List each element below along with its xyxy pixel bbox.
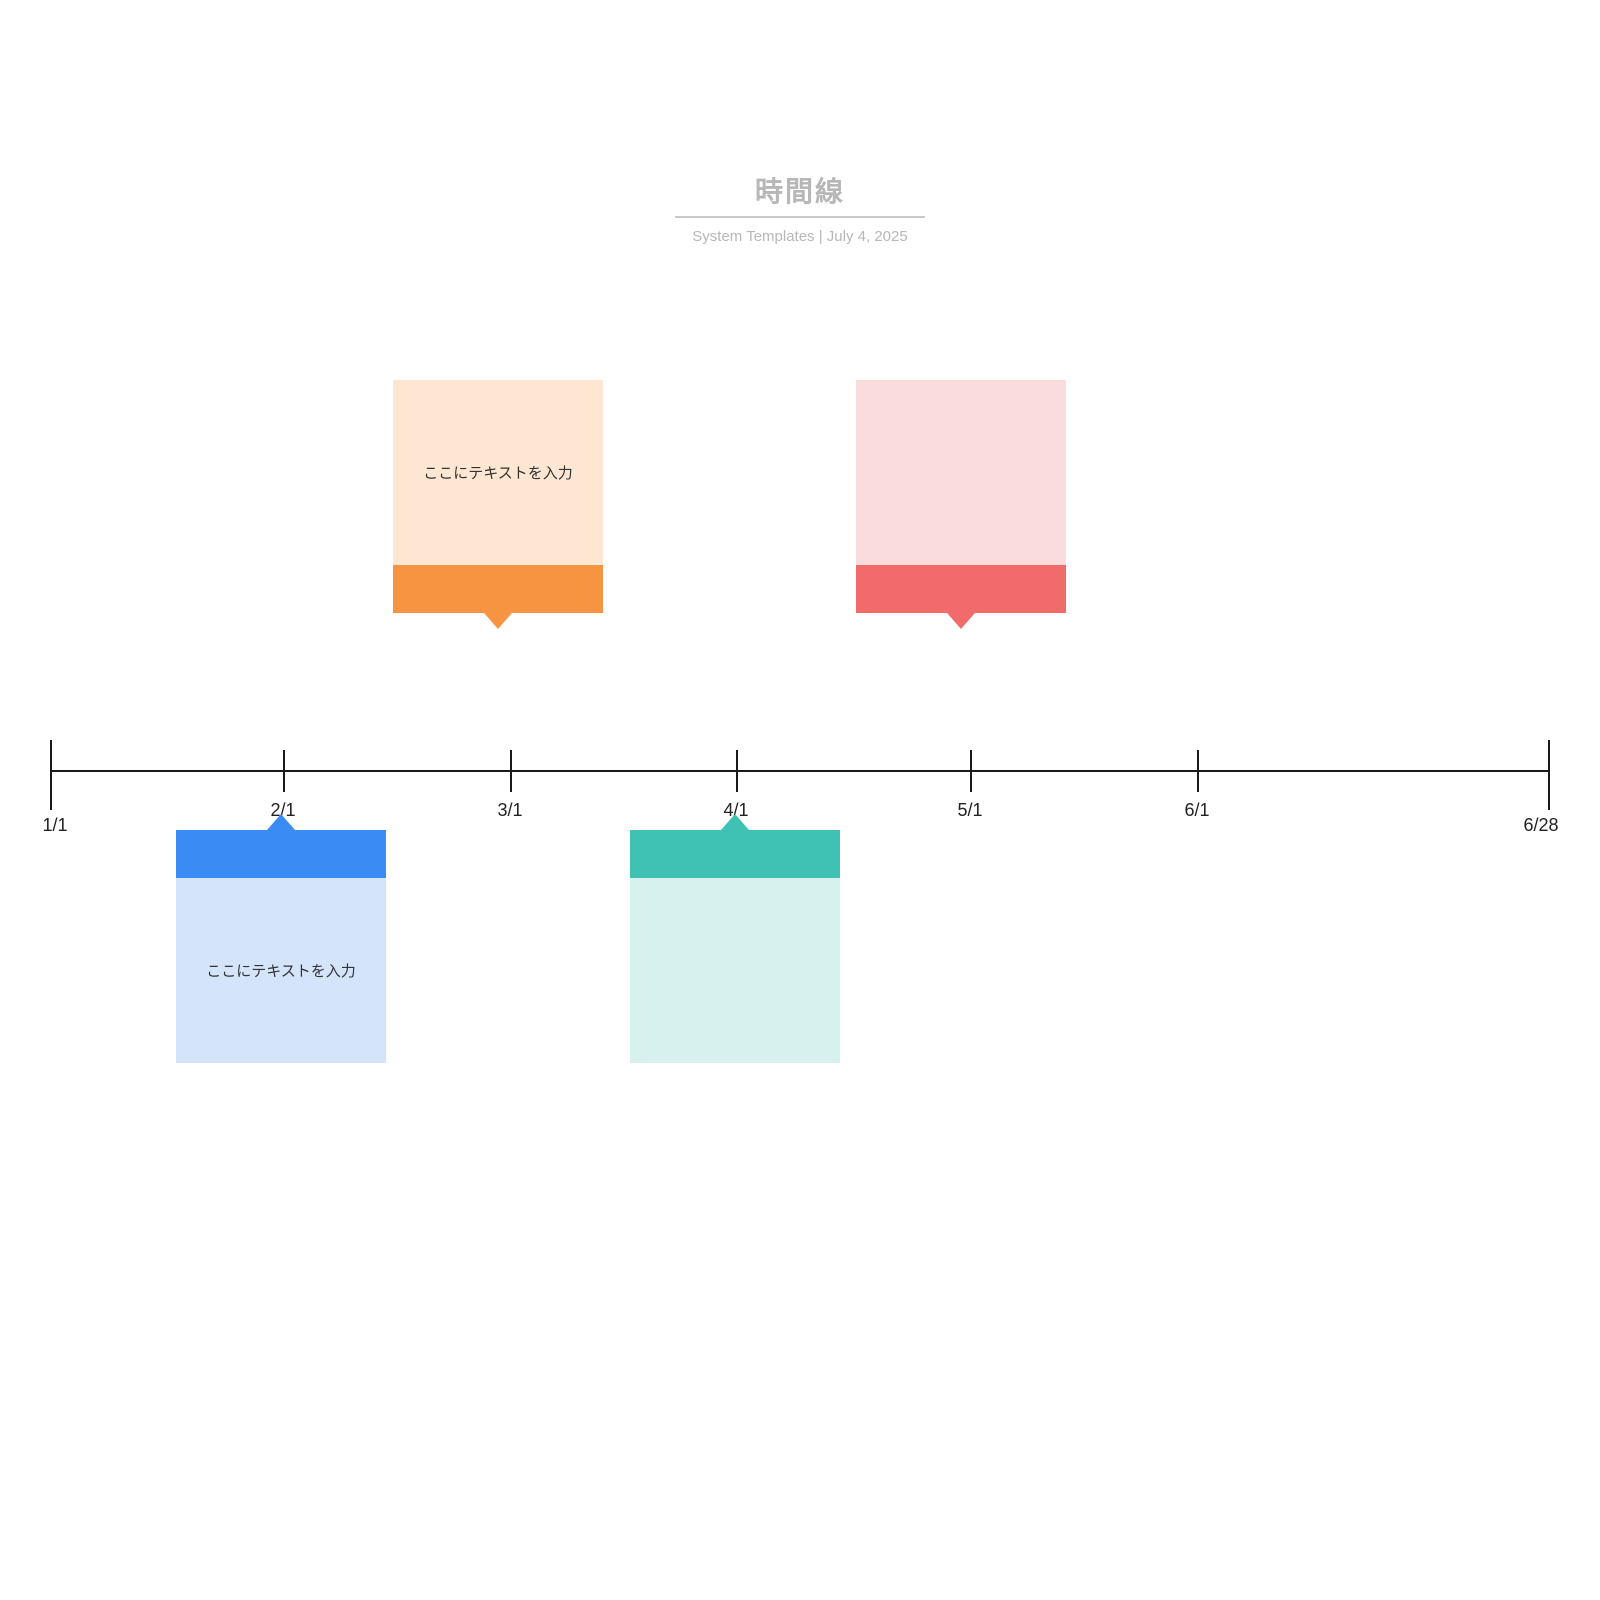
timeline-card-accent: [393, 565, 603, 613]
axis-tick: [736, 750, 738, 792]
axis-label-start: 1/1: [42, 815, 67, 836]
axis-tick-end: [1548, 740, 1550, 810]
timeline-card-orange[interactable]: ここにテキストを入力: [393, 380, 603, 613]
axis-label: 3/1: [497, 800, 522, 821]
axis-label: 5/1: [957, 800, 982, 821]
pointer-down-icon: [484, 613, 512, 629]
timeline-card-body[interactable]: ここにテキストを入力: [393, 380, 603, 565]
subtitle-date: July 4, 2025: [827, 228, 908, 245]
timeline-card-body[interactable]: ここにテキストを入力: [176, 878, 386, 1063]
pointer-up-icon: [267, 814, 295, 830]
timeline-axis: [50, 770, 1550, 772]
axis-tick: [283, 750, 285, 792]
subtitle-sep: |: [815, 228, 827, 245]
axis-tick: [510, 750, 512, 792]
page-subtitle: System Templates | July 4, 2025: [675, 228, 925, 245]
axis-label-end: 6/28: [1523, 815, 1558, 836]
timeline-card-teal[interactable]: [630, 830, 840, 1063]
timeline-canvas[interactable]: 時間線 System Templates | July 4, 2025 ここにテ…: [0, 0, 1600, 1600]
pointer-up-icon: [721, 814, 749, 830]
header: 時間線 System Templates | July 4, 2025: [675, 170, 925, 245]
pointer-down-icon: [947, 613, 975, 629]
subtitle-author: System Templates: [692, 228, 814, 245]
axis-tick: [1197, 750, 1199, 792]
axis-tick: [970, 750, 972, 792]
timeline-card-body[interactable]: [630, 878, 840, 1063]
axis-tick-start: [50, 740, 52, 810]
timeline-card-blue[interactable]: ここにテキストを入力: [176, 830, 386, 1063]
timeline-card-body[interactable]: [856, 380, 1066, 565]
timeline-card-pink[interactable]: [856, 380, 1066, 613]
timeline-card-accent: [176, 830, 386, 878]
timeline-card-accent: [630, 830, 840, 878]
timeline-card-accent: [856, 565, 1066, 613]
page-title[interactable]: 時間線: [675, 170, 925, 218]
axis-label: 6/1: [1184, 800, 1209, 821]
